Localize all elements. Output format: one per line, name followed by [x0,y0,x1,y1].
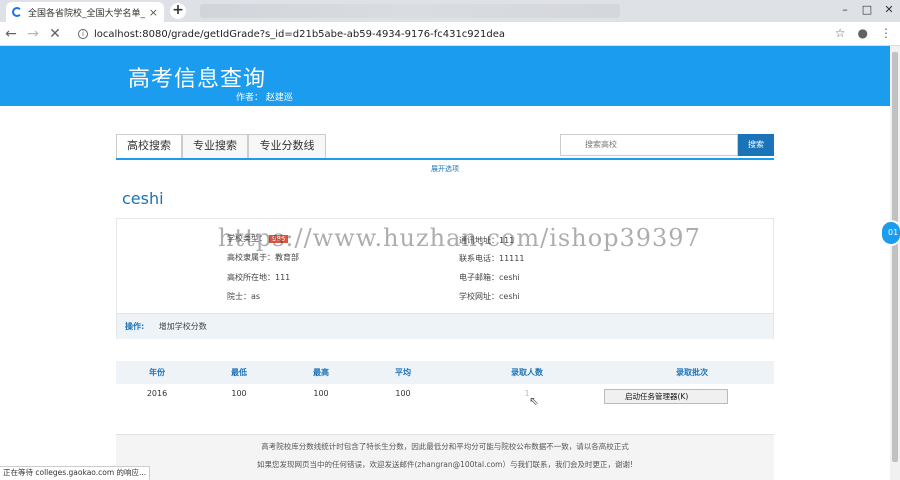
search-input[interactable]: 搜索高校 [560,134,738,156]
academicians-field: 院士：as [227,292,261,301]
browser-tabstrip: 全国各省院校_全国大学名单_全国 × + – □ ✕ [0,0,900,22]
column-header: 年份 [149,368,165,377]
profile-icon[interactable]: ● [858,26,868,40]
search-button[interactable]: 搜索 [738,134,774,156]
address-bar[interactable]: i localhost:8080/grade/getIdGrade?s_id=d… [78,24,828,44]
column-header: 最低 [231,368,247,377]
phone-field: 联系电话：11111 [459,254,525,263]
column-header: 最高 [313,368,329,377]
toolbar-right: ☆ ● ⋮ [835,26,892,40]
location-field: 高校所在地：111 [227,273,291,282]
loading-spinner-icon [12,7,22,17]
window-controls: – □ ✕ [834,0,900,22]
column-header: 录取批次 [676,368,708,377]
footer-notice: 高考院校库分数线统计时包含了特长生分数，因此最低分和平均分可能与院校公布数据不一… [261,442,629,451]
maximize-icon[interactable]: □ [856,0,878,22]
new-tab-button[interactable]: + [170,3,186,19]
operations-bar: 操作: 增加学校分数 [117,313,773,339]
context-tooltip[interactable]: 启动任务管理器(K) [604,389,728,404]
email-field: 电子邮箱：ceshi [459,273,520,282]
website-field: 学校网址：ceshi [459,292,520,301]
footer-contact: 如果您发现网页当中的任何错误，欢迎发送邮件(zhangran@100tal.co… [256,460,633,469]
tab-major-search[interactable]: 专业搜索 [182,134,248,158]
forward-icon[interactable]: → [22,26,44,42]
table-cell: 1 [524,389,530,398]
browser-menu-icon[interactable]: ⋮ [880,26,892,40]
table-cell: 100 [313,389,329,398]
mouse-cursor-icon: ⇖ [529,394,540,408]
operations-label: 操作: [125,322,145,331]
site-header: 高考信息查询 作者： 赵建巡 [0,46,890,106]
floating-widget[interactable]: 01 [880,220,900,246]
column-header: 平均 [395,368,411,377]
tab-major-score[interactable]: 专业分数线 [248,134,326,158]
page-content: 高考信息查询 作者： 赵建巡 高校搜索 专业搜索 专业分数线 搜索高校 搜索 展… [0,46,890,480]
score-table-header: 年份 最低 最高 平均 录取人数 录取批次 [116,361,774,384]
table-cell: 100 [231,389,247,398]
watermark: https://www.huzhan.com/ishop39397 [218,224,701,252]
blurred-background-window [200,4,620,18]
address-url[interactable]: localhost:8080/grade/getIdGrade?s_id=d21… [94,29,505,40]
column-header: 录取人数 [511,368,543,377]
page-footer: 高考院校库分数线统计时包含了特长生分数，因此最低分和平均分可能与院校公布数据不一… [116,434,774,480]
tab-school-search[interactable]: 高校搜索 [116,134,182,158]
add-school-score-link[interactable]: 增加学校分数 [159,322,207,331]
tab-close-icon[interactable]: × [149,6,158,19]
back-icon[interactable]: ← [0,26,22,42]
browser-toolbar: ← → ✕ i localhost:8080/grade/getIdGrade?… [0,22,900,46]
table-cell: 100 [395,389,411,398]
table-cell: 2016 [146,389,168,398]
scrollbar-thumb[interactable] [892,52,898,462]
search-bar: 高校搜索 专业搜索 专业分数线 搜索高校 搜索 [116,134,774,160]
site-info-icon[interactable]: i [78,29,88,39]
author-line: 作者： 赵建巡 [236,93,293,103]
affiliation-field: 高校隶属于：教育部 [227,253,299,262]
browser-tab[interactable]: 全国各省院校_全国大学名单_全国 × [6,2,164,22]
tab-title: 全国各省院校_全国大学名单_全国 [28,8,145,19]
site-title: 高考信息查询 [128,67,267,92]
expand-options-link[interactable]: 展开选项 [420,164,470,174]
minimize-icon[interactable]: – [834,0,856,22]
bookmark-star-icon[interactable]: ☆ [835,26,846,40]
close-window-icon[interactable]: ✕ [878,0,900,22]
stop-loading-icon[interactable]: ✕ [44,26,66,42]
browser-status-bar: 正在等待 colleges.gaokao.com 的响应... [0,466,150,480]
page-scrollbar[interactable] [890,46,900,480]
school-name: ceshi [122,189,164,208]
